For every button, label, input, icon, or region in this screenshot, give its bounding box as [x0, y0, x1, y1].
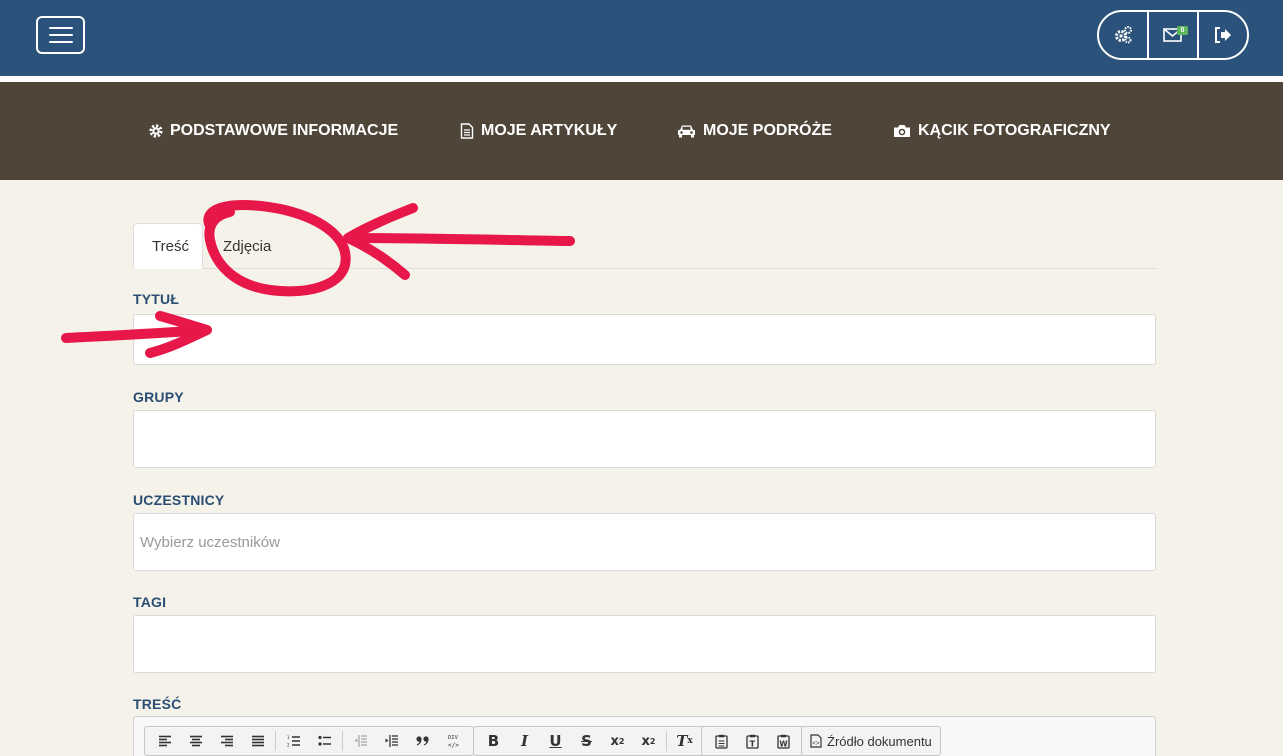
source-code-icon: <>: [810, 734, 822, 748]
remove-format-icon[interactable]: Tx: [669, 728, 700, 754]
tags-input[interactable]: [133, 615, 1156, 673]
bold-icon[interactable]: B: [478, 728, 509, 754]
indent-icon[interactable]: [376, 728, 407, 754]
blockquote-icon[interactable]: [407, 728, 438, 754]
messages-badge: 0: [1177, 26, 1188, 35]
header-actions: 0: [1097, 10, 1249, 60]
tags-label: TAGI: [133, 594, 167, 610]
nav-item-label: MOJE PODRÓŻE: [703, 122, 832, 139]
tab-content[interactable]: Treść: [133, 223, 203, 269]
participants-label: UCZESTNICY: [133, 492, 225, 508]
nav-item-trips[interactable]: MOJE PODRÓŻE: [677, 122, 832, 140]
toolbar-separator: [342, 731, 343, 751]
tab-photos[interactable]: Zdjęcia: [205, 223, 289, 269]
groups-label: GRUPY: [133, 389, 184, 405]
document-icon: [460, 123, 474, 139]
paste-icon[interactable]: [706, 728, 737, 754]
camera-icon: [894, 125, 910, 137]
toolbar-separator: [666, 731, 667, 751]
settings-button[interactable]: [1097, 10, 1149, 60]
svg-text:DIV: DIV: [448, 735, 459, 741]
svg-text:W: W: [779, 739, 788, 748]
align-right-icon[interactable]: [211, 728, 242, 754]
outdent-icon[interactable]: [345, 728, 376, 754]
numbered-list-icon[interactable]: 12: [278, 728, 309, 754]
strikethrough-icon[interactable]: S: [571, 728, 602, 754]
logout-icon: [1215, 27, 1231, 43]
hamburger-icon: [48, 27, 73, 29]
toolbar-group-source: <> Źródło dokumentu: [801, 726, 941, 756]
nav-item-label: MOJE ARTYKUŁY: [481, 122, 618, 139]
source-button-label: Źródło dokumentu: [827, 733, 932, 749]
underline-icon[interactable]: U: [540, 728, 571, 754]
rich-text-editor: 12 DIV </> B I U S x2 x2 Tx T W <> Źródł…: [133, 716, 1156, 756]
nav-item-photo-corner[interactable]: KĄCIK FOTOGRAFICZNY: [893, 122, 1111, 140]
car-icon: [678, 125, 695, 138]
nav-item-label: KĄCIK FOTOGRAFICZNY: [918, 122, 1111, 139]
paste-word-icon[interactable]: W: [768, 728, 799, 754]
toolbar-group-format: B I U S x2 x2 Tx: [473, 726, 705, 756]
svg-text:2: 2: [287, 743, 290, 748]
toolbar-group-paste: T W: [701, 726, 804, 756]
participants-select[interactable]: Wybierz uczestników: [133, 513, 1156, 571]
groups-input[interactable]: [133, 410, 1156, 468]
nav-item-label: PODSTAWOWE INFORMACJE: [170, 122, 399, 139]
profile-nav: PODSTAWOWE INFORMACJE MOJE ARTYKUŁY MOJE…: [0, 82, 1283, 180]
top-bar: 0: [0, 0, 1283, 76]
div-icon[interactable]: DIV </>: [438, 728, 469, 754]
content-tabs: Treść Zdjęcia: [133, 223, 1156, 269]
logout-button[interactable]: [1197, 10, 1249, 60]
title-label: TYTUŁ: [133, 291, 180, 307]
subscript-icon[interactable]: x2: [602, 728, 633, 754]
source-button[interactable]: <> Źródło dokumentu: [806, 734, 936, 749]
align-justify-icon[interactable]: [242, 728, 273, 754]
toolbar-group-paragraph: 12 DIV </>: [144, 726, 474, 756]
participants-placeholder: Wybierz uczestników: [140, 533, 280, 551]
svg-text:T: T: [750, 739, 756, 748]
toolbar-separator: [275, 731, 276, 751]
nav-item-basic-info[interactable]: PODSTAWOWE INFORMACJE: [149, 122, 398, 140]
messages-button[interactable]: 0: [1147, 10, 1199, 60]
svg-text:<>: <>: [812, 741, 820, 747]
superscript-icon[interactable]: x2: [633, 728, 664, 754]
italic-icon[interactable]: I: [509, 728, 540, 754]
title-input[interactable]: [133, 314, 1156, 365]
svg-text:1: 1: [287, 735, 290, 740]
gear-icon: [149, 124, 163, 138]
paste-text-icon[interactable]: T: [737, 728, 768, 754]
align-left-icon[interactable]: [149, 728, 180, 754]
gears-icon: [1115, 26, 1132, 44]
menu-button[interactable]: [36, 16, 85, 54]
bulleted-list-icon[interactable]: [309, 728, 340, 754]
content-label: TREŚĆ: [133, 696, 182, 712]
svg-text:</>: </>: [448, 742, 459, 749]
align-center-icon[interactable]: [180, 728, 211, 754]
nav-item-articles[interactable]: MOJE ARTYKUŁY: [460, 122, 617, 140]
